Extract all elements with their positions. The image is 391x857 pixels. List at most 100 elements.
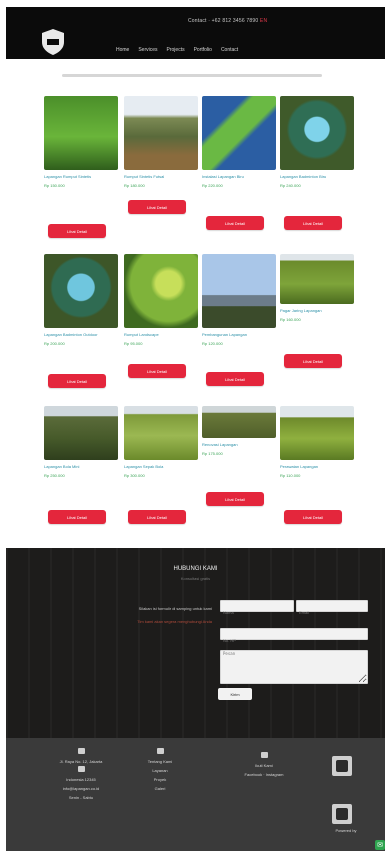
footer-email[interactable]: info@lapangan.co.id <box>26 784 136 793</box>
product-image[interactable] <box>280 96 354 170</box>
location-icon <box>77 748 85 754</box>
product-image[interactable] <box>124 96 198 170</box>
product-card[interactable]: Lapangan Bola Mini Rp 250.000 Lihat Deta… <box>44 406 120 524</box>
product-image[interactable] <box>280 406 354 460</box>
product-price: Rp 300.000 <box>124 473 145 478</box>
detail-button[interactable]: Lihat Detail <box>284 354 342 368</box>
detail-button[interactable]: Lihat Detail <box>128 510 186 524</box>
contact-note: Silakan isi formulir di samping untuk ka… <box>138 606 212 611</box>
phone-field[interactable] <box>220 628 368 646</box>
whatsapp-button[interactable]: ✉ <box>375 840 385 850</box>
product-title[interactable]: Pembangunan Lapangan <box>202 332 274 338</box>
product-image[interactable] <box>44 254 118 328</box>
detail-button[interactable]: Lihat Detail <box>206 216 264 230</box>
product-price: Rp 240.000 <box>280 183 301 188</box>
email-field[interactable] <box>296 600 368 618</box>
certification-badge[interactable] <box>332 756 352 776</box>
main-nav: Home Services Projects Portfolio Contact <box>116 47 238 53</box>
product-card[interactable]: Rumput Sintetis Futsal Rp 180.000 Lihat … <box>124 96 200 214</box>
product-image[interactable] <box>124 254 198 328</box>
name-field[interactable] <box>220 600 294 618</box>
contact-title: HUBUNGI KAMI <box>173 566 218 572</box>
product-price: Rp 180.000 <box>124 183 145 188</box>
partner-badge[interactable] <box>332 804 352 824</box>
site-header: Contact · +62 812 3456 7890 EN Home Serv… <box>6 7 385 59</box>
product-price: Rp 95.000 <box>124 341 143 346</box>
nav-services[interactable]: Services <box>138 47 157 53</box>
product-image[interactable] <box>124 406 198 460</box>
footer-address-line: Indonesia 12345 <box>66 777 96 782</box>
product-card[interactable]: Lapangan Badminton Outdoor Rp 200.000 Li… <box>44 254 120 388</box>
product-price: Rp 220.000 <box>202 183 223 188</box>
detail-button[interactable]: Lihat Detail <box>48 510 106 524</box>
product-title[interactable]: Pagar Jaring Lapangan <box>280 308 352 314</box>
product-title[interactable]: Lapangan Badminton Outdoor <box>44 332 116 338</box>
message-input[interactable] <box>221 651 367 683</box>
nav-projects[interactable]: Projects <box>167 47 185 53</box>
product-title[interactable]: Lapangan Badminton Biru <box>280 174 352 180</box>
product-title[interactable]: Lapangan Rumput Sintetis <box>44 174 116 180</box>
social-heading: Ikuti Kami <box>255 763 273 768</box>
send-button[interactable]: Kirim <box>218 688 252 700</box>
product-image[interactable] <box>44 96 118 170</box>
topbar-contact: Contact · +62 812 3456 7890 <box>188 18 259 24</box>
nav-contact[interactable]: Contact <box>221 47 238 53</box>
product-title[interactable]: Instalasi Lapangan Biru <box>202 174 274 180</box>
product-card[interactable]: Rumput Landscape Rp 95.000 Lihat Detail <box>124 254 200 378</box>
footer-links: Tentang Kami Layanan Proyek Galeri <box>130 748 190 793</box>
product-image[interactable] <box>202 96 276 170</box>
product-title[interactable]: Lapangan Bola Mini <box>44 464 116 470</box>
detail-button[interactable]: Lihat Detail <box>206 492 264 506</box>
product-image[interactable] <box>44 406 118 460</box>
product-title[interactable]: Rumput Landscape <box>124 332 196 338</box>
product-image[interactable] <box>202 406 276 438</box>
detail-button[interactable]: Lihat Detail <box>48 224 106 238</box>
product-card[interactable]: Instalasi Lapangan Biru Rp 220.000 Lihat… <box>202 96 278 230</box>
product-title[interactable]: Perawatan Lapangan <box>280 464 352 470</box>
footer-address-line: Jl. Raya No. 12, Jakarta <box>59 759 103 764</box>
detail-button[interactable]: Lihat Detail <box>48 374 106 388</box>
footer-link[interactable]: Layanan <box>130 766 190 775</box>
product-card[interactable]: Lapangan Sepak Bola Rp 300.000 Lihat Det… <box>124 406 200 524</box>
product-card[interactable]: Pagar Jaring Lapangan Rp 160.000 Lihat D… <box>280 254 356 368</box>
product-title[interactable]: Renovasi Lapangan <box>202 442 274 448</box>
phone-input[interactable] <box>221 635 367 646</box>
detail-button[interactable]: Lihat Detail <box>284 510 342 524</box>
footer-link[interactable]: Galeri <box>130 784 190 793</box>
contact-subtitle: Konsultasi gratis <box>180 576 211 581</box>
product-price: Rp 175.000 <box>202 451 223 456</box>
product-card[interactable]: Renovasi Lapangan Rp 175.000 Lihat Detai… <box>202 406 278 506</box>
section-divider <box>62 74 322 77</box>
powered-by: Powered by <box>335 828 357 833</box>
nav-home[interactable]: Home <box>116 47 129 53</box>
footer-social: Ikuti Kami Facebook · Instagram <box>234 752 294 779</box>
product-title[interactable]: Rumput Sintetis Futsal <box>124 174 196 180</box>
message-field[interactable] <box>220 650 368 684</box>
product-card[interactable]: Lapangan Badminton Biru Rp 240.000 Lihat… <box>280 96 356 230</box>
language-switch[interactable]: EN <box>260 18 267 24</box>
detail-button[interactable]: Lihat Detail <box>284 216 342 230</box>
detail-button[interactable]: Lihat Detail <box>128 200 186 214</box>
link-icon <box>156 748 164 754</box>
product-card[interactable]: Lapangan Rumput Sintetis Rp 150.000 Liha… <box>44 96 120 238</box>
product-image[interactable] <box>280 254 354 304</box>
social-links[interactable]: Facebook · Instagram <box>234 770 294 779</box>
detail-button[interactable]: Lihat Detail <box>206 372 264 386</box>
footer-link[interactable]: Tentang Kami <box>130 757 190 766</box>
product-card[interactable]: Perawatan Lapangan Rp 110.000 Lihat Deta… <box>280 406 356 524</box>
detail-button[interactable]: Lihat Detail <box>128 364 186 378</box>
shield-logo-icon[interactable] <box>38 27 68 57</box>
product-title[interactable]: Lapangan Sepak Bola <box>124 464 196 470</box>
email-input[interactable] <box>297 607 367 618</box>
name-input[interactable] <box>221 607 293 618</box>
contact-note-highlight: Tim kami akan segera menghubungi Anda <box>137 619 212 624</box>
product-price: Rp 250.000 <box>44 473 65 478</box>
nav-portfolio[interactable]: Portfolio <box>194 47 212 53</box>
topbar: Contact · +62 812 3456 7890 EN <box>188 18 267 24</box>
globe-icon <box>260 752 268 758</box>
product-card[interactable]: Pembangunan Lapangan Rp 120.000 Lihat De… <box>202 254 278 386</box>
footer-link[interactable]: Proyek <box>130 775 190 784</box>
chat-icon: ✉ <box>377 842 383 849</box>
product-image[interactable] <box>202 254 276 328</box>
phone-icon <box>77 766 85 772</box>
